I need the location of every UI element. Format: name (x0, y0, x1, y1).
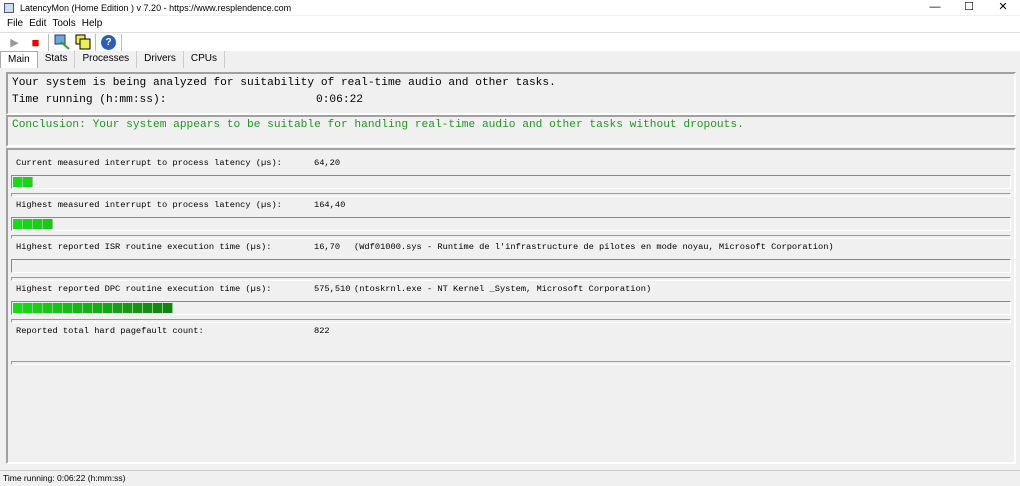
latency-bar (11, 217, 1011, 231)
toolbar: ▶ ■ ? (0, 32, 1020, 51)
latency-bar (11, 301, 1011, 315)
bar-segment (23, 303, 33, 313)
bar-segment (13, 219, 23, 229)
bar-segment (43, 303, 53, 313)
status-bar: Time running: 0:06:22 (h:mm:ss) (0, 470, 1020, 486)
metric-source: (Wdf01000.sys - Runtime de l'infrastruct… (354, 242, 834, 252)
bar-segment (23, 219, 33, 229)
windows-icon[interactable] (74, 34, 91, 51)
bar-segment (33, 219, 43, 229)
conclusion-text: Conclusion: Your system appears to be su… (12, 119, 744, 131)
bar-segment (153, 303, 163, 313)
row-separator (11, 361, 1011, 365)
app-icon (4, 2, 14, 13)
bar-segment (123, 303, 133, 313)
play-icon[interactable]: ▶ (6, 34, 23, 51)
tab-processes[interactable]: Processes (75, 51, 138, 68)
tab-drivers[interactable]: Drivers (137, 51, 184, 68)
bar-segment (43, 219, 53, 229)
metric-value: 64,20 (314, 158, 341, 168)
time-running-label: Time running (h:mm:ss): (12, 94, 167, 106)
window-title: LatencyMon (Home Edition ) v 7.20 - http… (20, 2, 292, 13)
tab-bar: Main Stats Processes Drivers CPUs (0, 51, 225, 68)
bar-segment (13, 177, 23, 187)
monitor-tool-icon[interactable] (53, 34, 70, 51)
bar-segment (143, 303, 153, 313)
latency-bar (11, 175, 1011, 189)
analysis-status: Your system is being analyzed for suitab… (12, 77, 556, 89)
metric-label: Current measured interrupt to process la… (16, 158, 282, 168)
metric-value: 164,40 (314, 200, 346, 210)
bar-segment (73, 303, 83, 313)
metric-value: 16,70 (314, 242, 341, 252)
summary-panel: Your system is being analyzed for suitab… (6, 72, 1016, 115)
help-icon[interactable]: ? (100, 34, 117, 51)
stop-icon[interactable]: ■ (27, 34, 44, 51)
bar-segment (113, 303, 123, 313)
menu-tools[interactable]: Tools (49, 16, 78, 32)
maximize-button[interactable]: ☐ (952, 0, 986, 14)
bar-segment (93, 303, 103, 313)
metric-source: (ntoskrnl.exe - NT Kernel _System, Micro… (354, 284, 652, 294)
metrics-panel: Current measured interrupt to process la… (6, 148, 1016, 464)
bar-segment (163, 303, 173, 313)
bar-segment (83, 303, 93, 313)
bar-segment (13, 303, 23, 313)
time-running-value: 0:06:22 (316, 94, 363, 106)
menu-bar: File Edit Tools Help (0, 16, 1020, 32)
row-separator (11, 277, 1011, 281)
latency-bar (11, 259, 1011, 273)
menu-edit[interactable]: Edit (26, 16, 49, 32)
tab-cpus[interactable]: CPUs (184, 51, 225, 68)
title-bar: LatencyMon (Home Edition ) v 7.20 - http… (0, 0, 1020, 15)
menu-file[interactable]: File (4, 16, 26, 32)
close-button[interactable]: ✕ (986, 0, 1020, 14)
metric-label: Reported total hard pagefault count: (16, 326, 204, 336)
tab-stats[interactable]: Stats (38, 51, 76, 68)
conclusion-panel: Conclusion: Your system appears to be su… (6, 115, 1016, 147)
bar-segment (33, 303, 43, 313)
row-separator (11, 193, 1011, 197)
menu-help[interactable]: Help (79, 16, 106, 32)
metric-value: 822 (314, 326, 330, 336)
metric-label: Highest measured interrupt to process la… (16, 200, 282, 210)
bar-segment (103, 303, 113, 313)
toolbar-separator (95, 33, 96, 51)
toolbar-separator (48, 33, 49, 51)
row-separator (11, 235, 1011, 239)
bar-segment (63, 303, 73, 313)
row-separator (11, 319, 1011, 323)
tab-main[interactable]: Main (0, 51, 38, 68)
bar-segment (23, 177, 33, 187)
metric-value: 575,510 (314, 284, 351, 294)
metric-label: Highest reported ISR routine execution t… (16, 242, 272, 252)
bar-segment (53, 303, 63, 313)
toolbar-separator (121, 33, 122, 51)
minimize-button[interactable]: — (918, 0, 952, 14)
metric-label: Highest reported DPC routine execution t… (16, 284, 272, 294)
bar-segment (133, 303, 143, 313)
